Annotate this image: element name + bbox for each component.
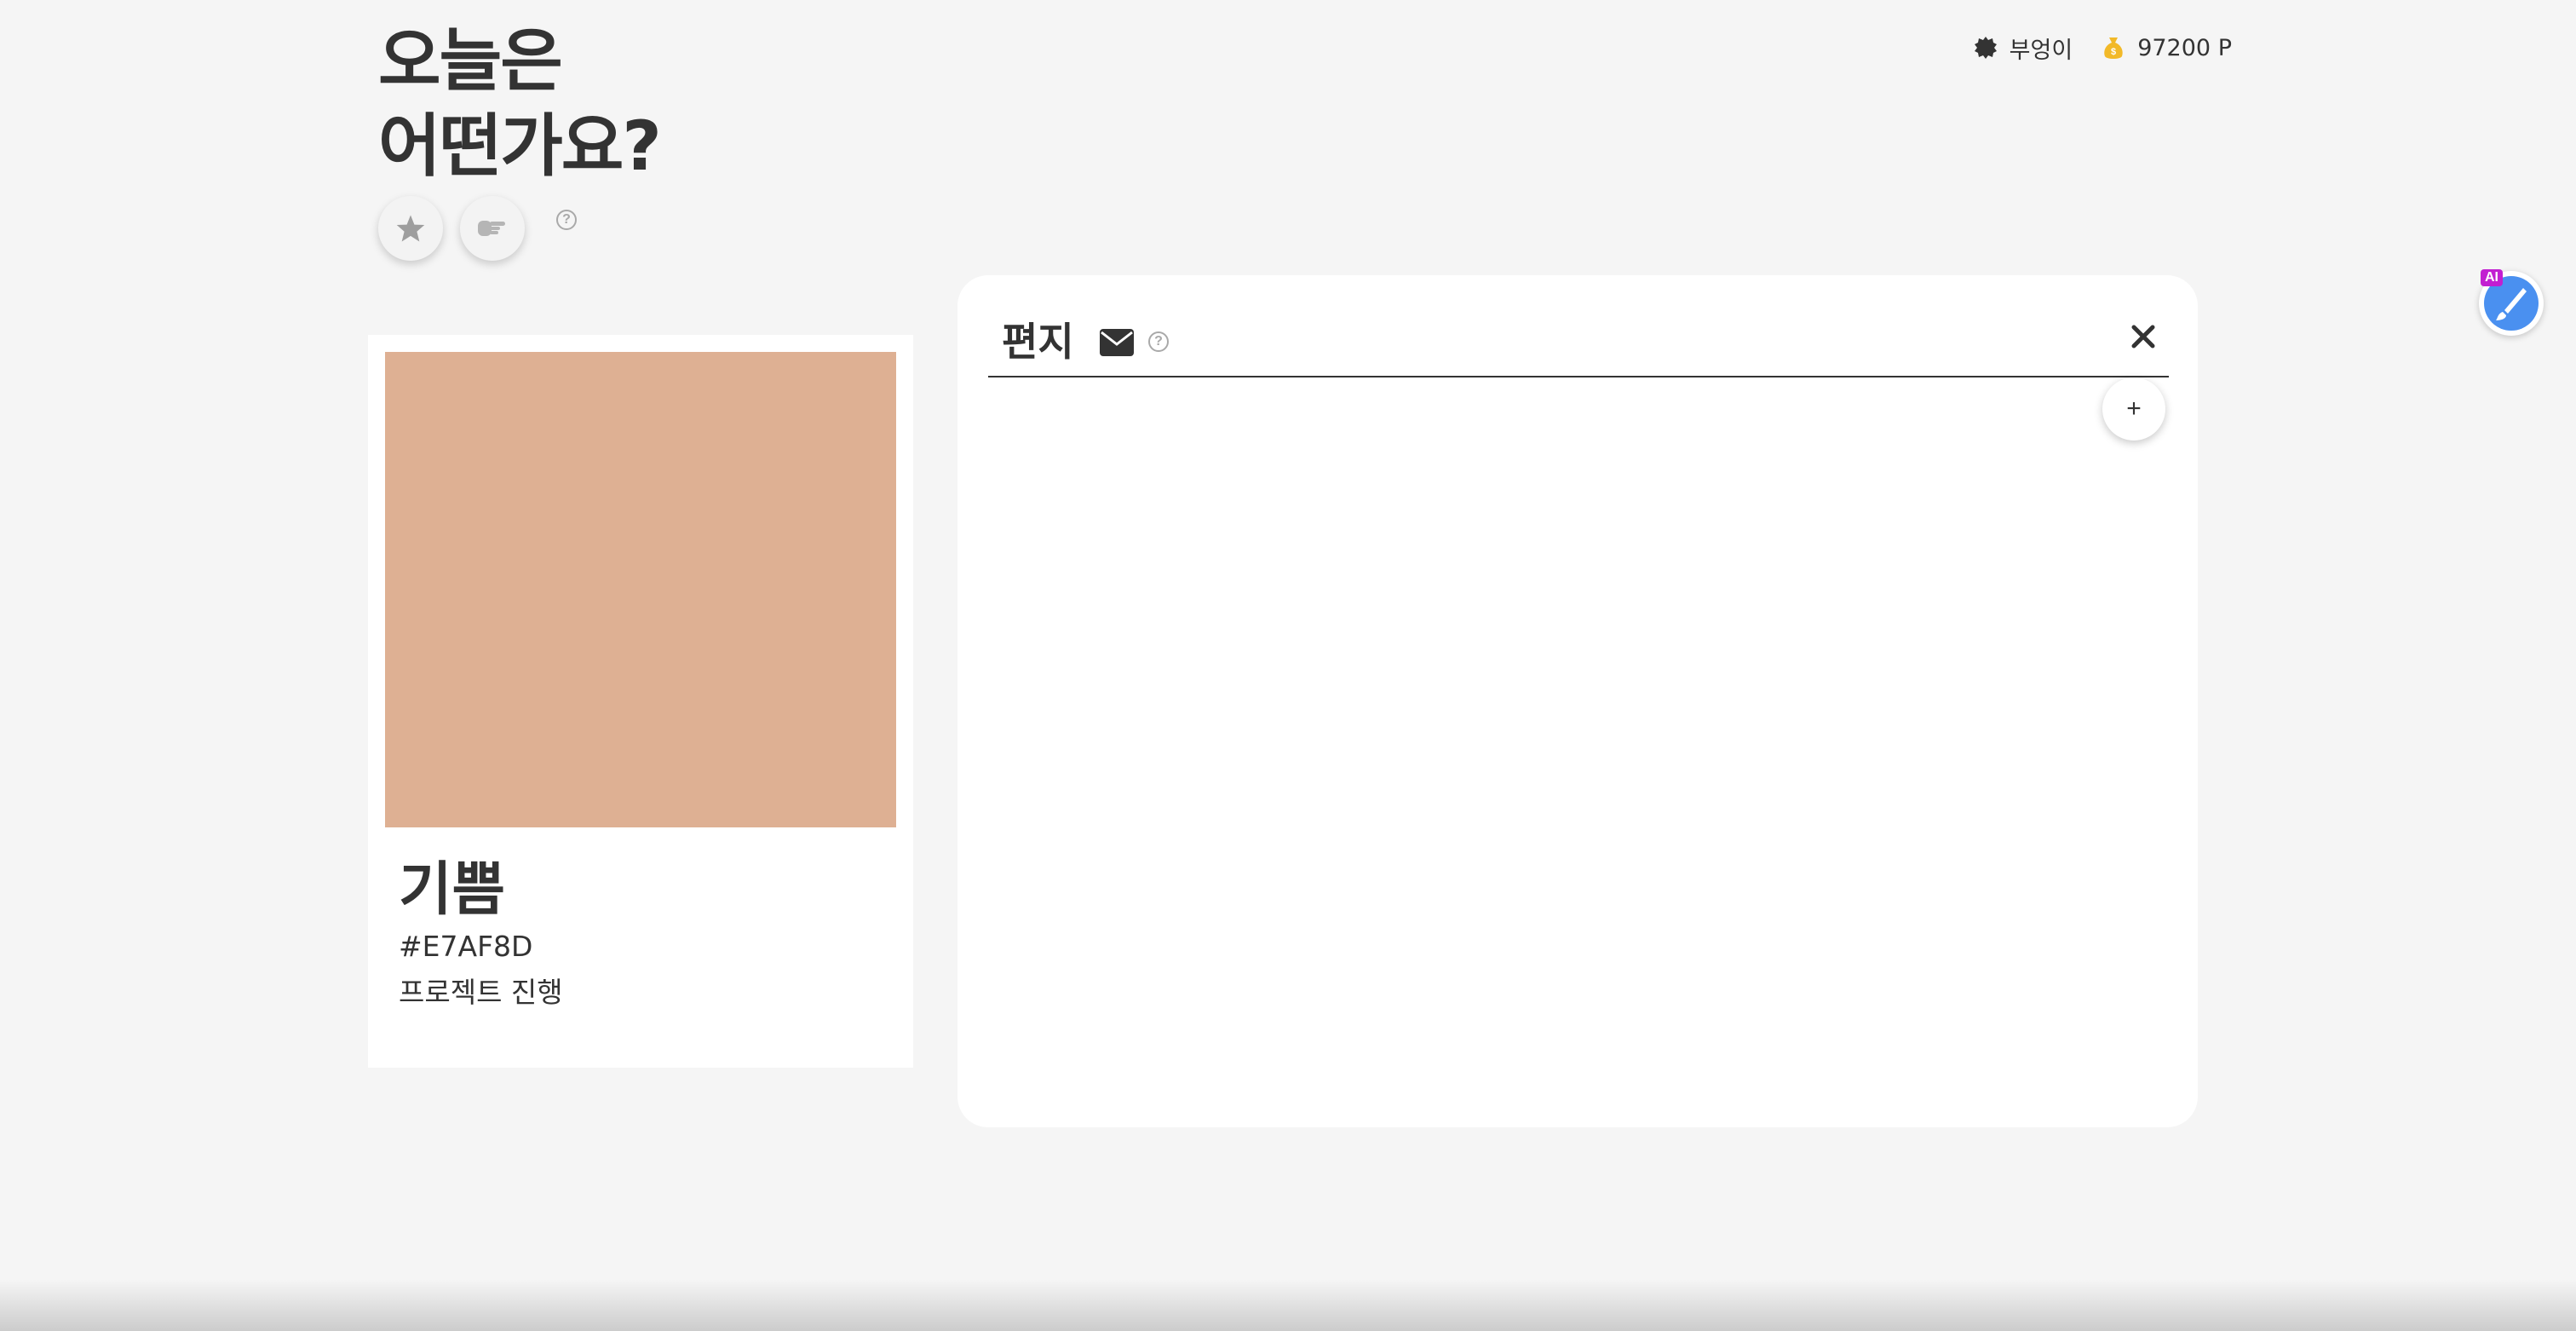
letter-panel: 편지 ? + [957,275,2198,1127]
color-hex-code: #E7AF8D [399,930,533,963]
bottom-shadow [0,1280,2576,1331]
close-icon[interactable] [2130,323,2157,350]
letter-title: 편지 [1002,319,1074,365]
user-profile[interactable]: 부엉이 [1974,32,2073,65]
page-title-line2: 어떤가요? [378,107,662,186]
page-title: 오늘은 어떤가요? [378,19,662,189]
ai-badge: AI [2481,269,2503,286]
point-button[interactable] [460,196,525,261]
points-display: $ 97200 P [2102,35,2232,61]
user-nickname: 부엉이 [2009,37,2073,64]
ai-assistant-widget[interactable]: AI [2474,266,2545,337]
emotion-name: 기쁨 [399,856,506,924]
envelope-icon [1100,329,1134,356]
favorite-button[interactable] [378,196,443,261]
user-status-bar: 부엉이 $ 97200 P [1974,29,2232,66]
letter-header: 편지 ? [988,299,2169,377]
color-swatch [385,352,896,827]
emotion-color-card: 기쁨 #E7AF8D 프로젝트 진행 [368,335,913,1068]
page-title-line1: 오늘은 [378,21,563,101]
svg-text:$: $ [2111,47,2116,57]
letter-help-icon[interactable]: ? [1148,331,1169,352]
pointing-hand-icon [478,221,505,236]
emotion-note: 프로젝트 진행 [399,976,563,1009]
add-letter-button[interactable]: + [2102,377,2165,441]
money-bag-icon: $ [2104,37,2123,59]
owl-badge-icon [1974,37,1997,59]
star-icon [396,215,425,242]
points-value: 97200 P [2137,34,2232,61]
help-icon[interactable]: ? [556,210,577,230]
